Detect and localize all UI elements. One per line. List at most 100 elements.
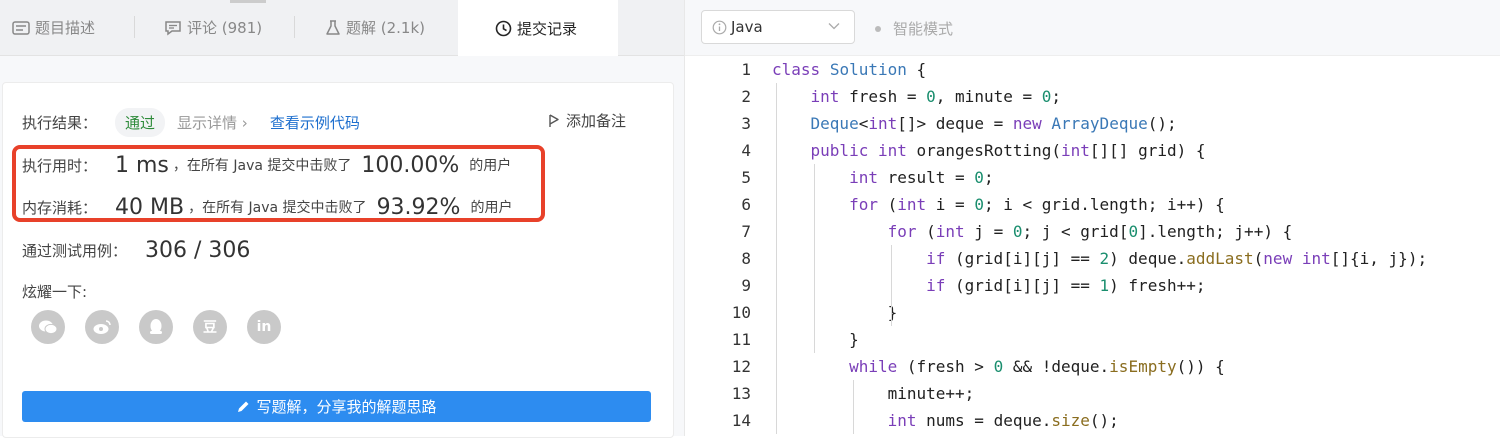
add-note-button[interactable]: 添加备注 — [548, 110, 626, 131]
code-line[interactable]: 4 public int orangesRotting(int[][] grid… — [685, 137, 1500, 164]
clock-icon — [495, 20, 512, 37]
line-text: int fresh = 0, minute = 0; — [810, 87, 1062, 106]
share-label: 炫耀一下: — [22, 283, 88, 301]
share-row: 炫耀一下: — [22, 281, 87, 302]
runtime-label: 执行用时： — [22, 156, 98, 175]
line-number: 10 — [731, 303, 751, 322]
code-editor-panel: Java 智能模式 1 class Solution { 2 int fresh =… — [684, 0, 1500, 436]
tab-description[interactable]: 题目描述 — [12, 0, 95, 55]
line-text: Deque<int[]> deque = new ArrayDeque(); — [810, 114, 1177, 133]
code-line[interactable]: 14 int nums = deque.size(); — [685, 407, 1500, 434]
testcase-row: 通过测试用例： 306 / 306 — [22, 234, 250, 266]
code-line[interactable]: 13 minute++; — [685, 380, 1500, 407]
show-details-link[interactable]: 显示详情 › — [177, 112, 248, 133]
line-text: for (int j = 0; j < grid[0].length; j++)… — [887, 222, 1293, 241]
code-line[interactable]: 10 } — [685, 299, 1500, 326]
tab-bar: 题目描述 评论 (981) 题解 (2.1k) 提交记录 — [0, 0, 684, 56]
language-select[interactable]: Java — [701, 10, 855, 44]
status-badge: 通过 — [115, 108, 166, 137]
line-number: 5 — [741, 168, 751, 187]
code-line[interactable]: 12 while (fresh > 0 && !deque.isEmpty())… — [685, 353, 1500, 380]
runtime-row: 执行用时： 1 ms ，在所有 Java 提交中击败了 100.00% 的用户 — [22, 149, 511, 181]
line-number: 13 — [731, 384, 751, 403]
dot-icon — [875, 25, 881, 32]
line-number: 9 — [741, 276, 751, 295]
douban-icon[interactable]: 豆 — [193, 310, 227, 344]
code-line[interactable]: 5 int result = 0; — [685, 164, 1500, 191]
indent-guide — [852, 380, 854, 434]
write-solution-button[interactable]: 写题解，分享我的解题思路 — [22, 391, 651, 422]
line-text: public int orangesRotting(int[][] grid) … — [810, 141, 1206, 160]
runtime-suffix: 的用户 — [469, 158, 512, 174]
code-line[interactable]: 2 int fresh = 0, minute = 0; — [685, 83, 1500, 110]
comment-icon — [164, 20, 182, 36]
line-text: if (grid[i][j] == 1) fresh++; — [926, 276, 1206, 295]
chevron-down-icon — [828, 22, 840, 30]
memory-row: 内存消耗： 40 MB ，在所有 Java 提交中击败了 93.92% 的用户 — [22, 191, 512, 223]
result-row: 执行结果： 通过 显示详情 › 查看示例代码 — [22, 108, 360, 137]
flask-icon — [325, 19, 341, 36]
tab-label: 提交记录 — [517, 19, 578, 38]
line-text: int nums = deque.size(); — [887, 411, 1119, 430]
weibo-icon[interactable] — [85, 310, 119, 344]
tab-label: 题目描述 — [35, 19, 96, 37]
line-number: 7 — [741, 222, 751, 241]
memory-value: 40 MB — [115, 194, 185, 220]
memory-text: ，在所有 Java 提交中击败了 — [188, 200, 367, 216]
line-number: 14 — [731, 411, 751, 430]
tab-divider — [134, 16, 135, 38]
line-number: 3 — [741, 114, 751, 133]
line-text: minute++; — [772, 384, 975, 403]
line-number: 4 — [741, 141, 751, 160]
doc-icon — [12, 20, 30, 36]
qq-icon[interactable] — [139, 310, 173, 344]
tab-solutions[interactable]: 题解 (2.1k) — [325, 0, 425, 55]
add-note-label: 添加备注 — [566, 112, 627, 130]
line-text: for (int i = 0; i < grid.length; i++) { — [849, 195, 1225, 214]
indent-guide — [776, 83, 777, 434]
line-text: class Solution { — [772, 60, 927, 79]
indent-guide — [891, 245, 893, 326]
code-line[interactable]: 9 if (grid[i][j] == 1) fresh++; — [685, 272, 1500, 299]
testcase-value: 306 / 306 — [145, 237, 251, 263]
info-icon — [712, 20, 727, 35]
left-panel: 题目描述 评论 (981) 题解 (2.1k) 提交记录 执行结果： 通过 显示… — [0, 0, 684, 438]
memory-percent: 93.92% — [376, 194, 461, 220]
write-solution-label: 写题解，分享我的解题思路 — [256, 398, 437, 416]
line-number: 11 — [731, 330, 751, 349]
code-line[interactable]: 3 Deque<int[]> deque = new ArrayDeque(); — [685, 110, 1500, 137]
code-line[interactable]: 11 } — [685, 326, 1500, 353]
flag-icon — [548, 113, 560, 128]
line-number: 6 — [741, 195, 751, 214]
result-label: 执行结果： — [22, 114, 98, 132]
line-number: 1 — [741, 60, 751, 79]
line-text: int result = 0; — [849, 168, 994, 187]
example-code-link[interactable]: 查看示例代码 — [270, 112, 360, 133]
code-line[interactable]: 8 if (grid[i][j] == 2) deque.addLast(new… — [685, 245, 1500, 272]
language-value: Java — [731, 18, 763, 36]
wechat-icon[interactable] — [31, 310, 65, 344]
testcase-label: 通过测试用例： — [22, 241, 128, 260]
code-line[interactable]: 7 for (int j = 0; j < grid[0].length; j+… — [685, 218, 1500, 245]
tab-label: 评论 (981) — [187, 19, 263, 37]
code-line[interactable]: 6 for (int i = 0; i < grid.length; i++) … — [685, 191, 1500, 218]
line-text: while (fresh > 0 && !deque.isEmpty()) { — [849, 357, 1225, 376]
tab-comments[interactable]: 评论 (981) — [164, 0, 262, 55]
line-text: } — [772, 303, 898, 322]
runtime-text: ，在所有 Java 提交中击败了 — [172, 158, 352, 174]
tab-label: 题解 (2.1k) — [346, 19, 426, 37]
memory-suffix: 的用户 — [470, 200, 513, 216]
smart-mode-label: 智能模式 — [893, 20, 954, 38]
line-number: 2 — [741, 87, 751, 106]
code-line[interactable]: 1 class Solution { — [685, 56, 1500, 83]
linkedin-icon[interactable]: in — [247, 310, 281, 344]
indent-guide — [814, 164, 816, 353]
editor-toolbar: Java 智能模式 — [685, 0, 1500, 56]
line-number: 8 — [741, 249, 751, 268]
runtime-value: 1 ms — [115, 152, 169, 178]
smart-mode-toggle[interactable]: 智能模式 — [875, 18, 953, 39]
tab-submissions[interactable]: 提交记录 — [458, 0, 618, 56]
pencil-icon — [236, 400, 250, 414]
tab-divider — [294, 16, 295, 38]
line-text: if (grid[i][j] == 2) deque.addLast(new i… — [926, 249, 1428, 268]
